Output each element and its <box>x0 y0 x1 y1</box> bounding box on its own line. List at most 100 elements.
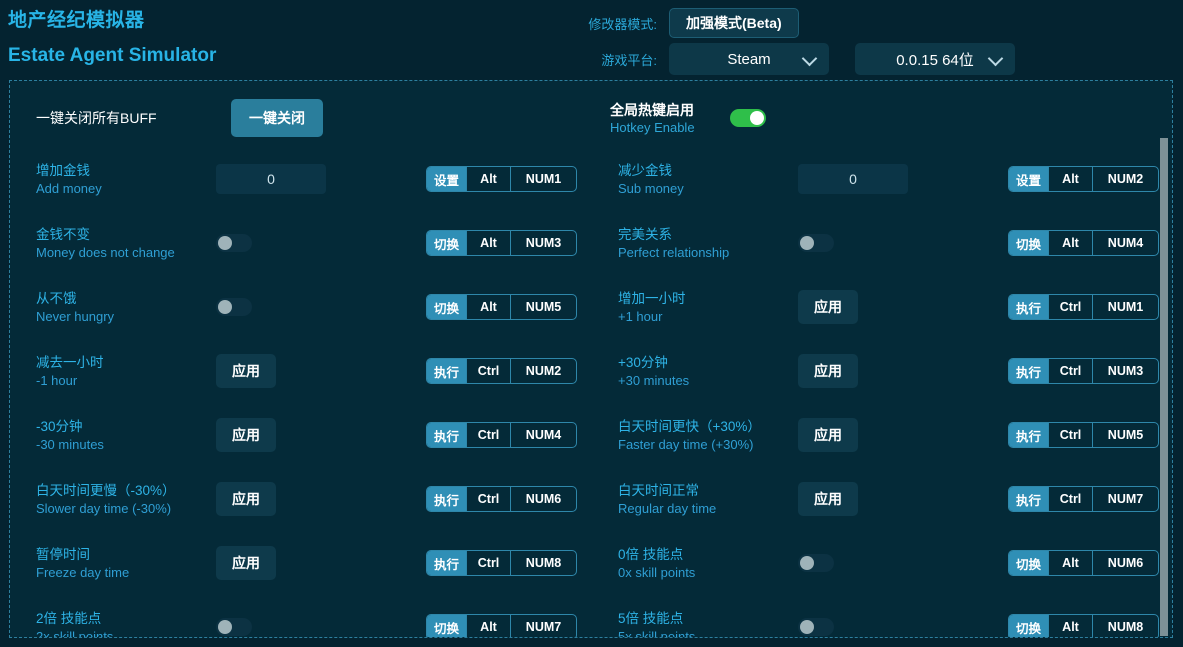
hotkey-group[interactable]: 切换AltNUM6 <box>1008 550 1159 576</box>
cheat-label-en: Never hungry <box>36 308 216 325</box>
hotkey-action-button[interactable]: 执行 <box>1009 487 1048 511</box>
hotkey-key[interactable]: NUM3 <box>1092 359 1158 383</box>
hotkey-key[interactable]: NUM2 <box>1092 167 1158 191</box>
hotkey-action-button[interactable]: 设置 <box>1009 167 1048 191</box>
cheat-control: 应用 <box>216 546 426 580</box>
apply-button[interactable]: 应用 <box>216 354 276 388</box>
hotkey-modifier[interactable]: Ctrl <box>1048 359 1092 383</box>
apply-button[interactable]: 应用 <box>798 482 858 516</box>
platform-select[interactable]: Steam <box>669 43 829 75</box>
hotkey-key[interactable]: NUM1 <box>510 167 576 191</box>
hotkey-group[interactable]: 执行CtrlNUM2 <box>426 358 577 384</box>
hotkey-modifier[interactable]: Alt <box>466 295 510 319</box>
hotkey-key[interactable]: NUM8 <box>510 551 576 575</box>
apply-button[interactable]: 应用 <box>798 354 858 388</box>
hotkey-key[interactable]: NUM2 <box>510 359 576 383</box>
hotkey-modifier[interactable]: Ctrl <box>1048 423 1092 447</box>
hotkey-key[interactable]: NUM7 <box>1092 487 1158 511</box>
cheat-label: 增加金钱Add money <box>36 162 216 197</box>
cheat-toggle[interactable] <box>216 234 252 252</box>
hotkey-group[interactable]: 切换AltNUM5 <box>426 294 577 320</box>
hotkey-action-button[interactable]: 切换 <box>1009 551 1048 575</box>
hotkey-action-button[interactable]: 切换 <box>427 615 466 638</box>
hotkey-key[interactable]: NUM6 <box>510 487 576 511</box>
hotkey-group[interactable]: 设置AltNUM2 <box>1008 166 1159 192</box>
hotkey-modifier[interactable]: Alt <box>1048 167 1092 191</box>
hotkey-group[interactable]: 执行CtrlNUM8 <box>426 550 577 576</box>
apply-button[interactable]: 应用 <box>216 546 276 580</box>
hotkey-group[interactable]: 切换AltNUM7 <box>426 614 577 638</box>
cheat-label-cn: 白天时间更快（+30%） <box>618 418 798 436</box>
hotkey-enable-toggle[interactable] <box>730 109 766 127</box>
toggle-knob <box>800 556 814 570</box>
hotkey-key[interactable]: NUM8 <box>1092 615 1158 638</box>
apply-button[interactable]: 应用 <box>798 418 858 452</box>
hotkey-action-button[interactable]: 执行 <box>427 487 466 511</box>
hotkey-action-button[interactable]: 执行 <box>1009 359 1048 383</box>
hotkey-modifier[interactable]: Ctrl <box>466 423 510 447</box>
cheat-row: 增加一小时+1 hour应用执行CtrlNUM1 <box>592 275 1173 339</box>
apply-button[interactable]: 应用 <box>798 290 858 324</box>
hotkey-group[interactable]: 切换AltNUM8 <box>1008 614 1159 638</box>
hotkey-key[interactable]: NUM4 <box>510 423 576 447</box>
cheat-toggle[interactable] <box>798 618 834 636</box>
cheat-toggle[interactable] <box>798 554 834 572</box>
hotkey-modifier[interactable]: Alt <box>466 615 510 638</box>
cheat-value-input[interactable] <box>798 164 908 194</box>
hotkey-group[interactable]: 切换AltNUM3 <box>426 230 577 256</box>
hotkey-key[interactable]: NUM7 <box>510 615 576 638</box>
hotkey-modifier[interactable]: Alt <box>1048 615 1092 638</box>
hotkey-action-button[interactable]: 切换 <box>427 231 466 255</box>
hotkey-action-button[interactable]: 执行 <box>427 359 466 383</box>
apply-button[interactable]: 应用 <box>216 482 276 516</box>
cheat-value-input[interactable] <box>216 164 326 194</box>
hotkey-key[interactable]: NUM3 <box>510 231 576 255</box>
cheat-row: 减去一小时-1 hour应用执行CtrlNUM2 <box>10 339 592 403</box>
hotkey-action-button[interactable]: 切换 <box>1009 231 1048 255</box>
hotkey-key[interactable]: NUM4 <box>1092 231 1158 255</box>
hotkey-group[interactable]: 切换AltNUM4 <box>1008 230 1159 256</box>
cheat-label-en: 0x skill points <box>618 564 798 581</box>
hotkey-action-button[interactable]: 切换 <box>1009 615 1048 638</box>
hotkey-modifier[interactable]: Ctrl <box>1048 487 1092 511</box>
hotkey-modifier[interactable]: Alt <box>466 167 510 191</box>
hotkey-key[interactable]: NUM5 <box>1092 423 1158 447</box>
buff-off-button[interactable]: 一键关闭 <box>231 99 323 137</box>
hotkey-modifier[interactable]: Alt <box>466 231 510 255</box>
panel-scrollbar-thumb[interactable] <box>1160 138 1168 636</box>
hotkey-modifier[interactable]: Alt <box>1048 231 1092 255</box>
hotkey-group[interactable]: 执行CtrlNUM6 <box>426 486 577 512</box>
hotkey-group[interactable]: 执行CtrlNUM3 <box>1008 358 1159 384</box>
panel-scrollbar-track[interactable] <box>1160 81 1170 637</box>
hotkey-key[interactable]: NUM1 <box>1092 295 1158 319</box>
version-select[interactable]: 0.0.15 64位 <box>855 43 1015 75</box>
hotkey-group[interactable]: 设置AltNUM1 <box>426 166 577 192</box>
hotkey-key[interactable]: NUM5 <box>510 295 576 319</box>
hotkey-action-button[interactable]: 设置 <box>427 167 466 191</box>
apply-button[interactable]: 应用 <box>216 418 276 452</box>
hotkey-action-button[interactable]: 执行 <box>1009 295 1048 319</box>
hotkey-modifier[interactable]: Ctrl <box>466 487 510 511</box>
hotkey-modifier[interactable]: Ctrl <box>466 359 510 383</box>
cheat-label: 暂停时间Freeze day time <box>36 546 216 581</box>
hotkey-modifier[interactable]: Alt <box>1048 551 1092 575</box>
hotkey-group[interactable]: 执行CtrlNUM7 <box>1008 486 1159 512</box>
cheat-toggle[interactable] <box>216 298 252 316</box>
cheat-toggle[interactable] <box>798 234 834 252</box>
cheat-toggle[interactable] <box>216 618 252 636</box>
cheat-row: +30分钟+30 minutes应用 执行CtrlNUM3 <box>592 339 1173 403</box>
cheat-label-en: Freeze day time <box>36 564 216 581</box>
hotkey-action-button[interactable]: 执行 <box>1009 423 1048 447</box>
hotkey-action-button[interactable]: 执行 <box>427 551 466 575</box>
hotkey-modifier[interactable]: Ctrl <box>1048 295 1092 319</box>
trainer-mode-button[interactable]: 加强模式(Beta) <box>669 8 799 38</box>
hotkey-modifier[interactable]: Ctrl <box>466 551 510 575</box>
cheat-label: +30分钟+30 minutes <box>618 354 798 389</box>
cheat-row: 增加金钱Add money 设置AltNUM1 <box>10 147 592 211</box>
hotkey-group[interactable]: 执行CtrlNUM1 <box>1008 294 1159 320</box>
hotkey-action-button[interactable]: 切换 <box>427 295 466 319</box>
hotkey-action-button[interactable]: 执行 <box>427 423 466 447</box>
hotkey-group[interactable]: 执行CtrlNUM5 <box>1008 422 1159 448</box>
hotkey-group[interactable]: 执行CtrlNUM4 <box>426 422 577 448</box>
hotkey-key[interactable]: NUM6 <box>1092 551 1158 575</box>
